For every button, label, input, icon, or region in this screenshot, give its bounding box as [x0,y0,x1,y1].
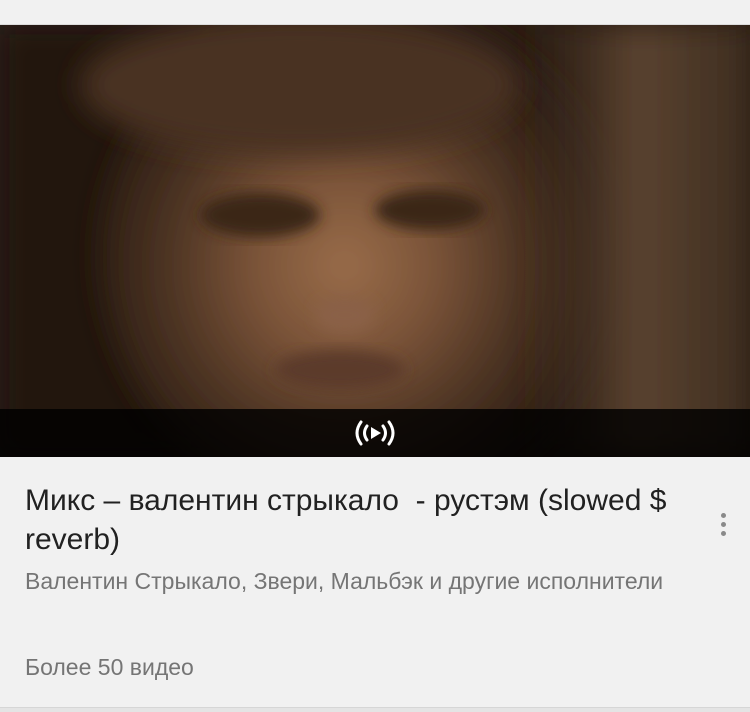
menu-dot [720,512,726,518]
page: Микс – валентин стрыкало - рустэм (slowe… [0,0,750,712]
next-card-edge [0,707,750,712]
menu-dot [720,521,726,527]
artist-list: Валентин Стрыкало, Звери, Мальбэк и друг… [25,568,664,594]
video-thumbnail[interactable] [0,25,750,457]
menu-dot [720,530,726,536]
mix-broadcast-icon [355,420,395,446]
mix-overlay-bar [0,409,750,457]
card-info: Микс – валентин стрыкало - рустэм (slowe… [0,457,750,707]
mix-card[interactable]: Микс – валентин стрыкало - рустэм (slowe… [0,25,750,707]
previous-card-edge [0,0,750,25]
more-vertical-icon[interactable] [708,507,738,541]
video-title[interactable]: Микс – валентин стрыкало - рустэм (slowe… [25,481,685,559]
thumbnail-image [0,25,750,457]
video-count: Более 50 видео [25,654,194,680]
